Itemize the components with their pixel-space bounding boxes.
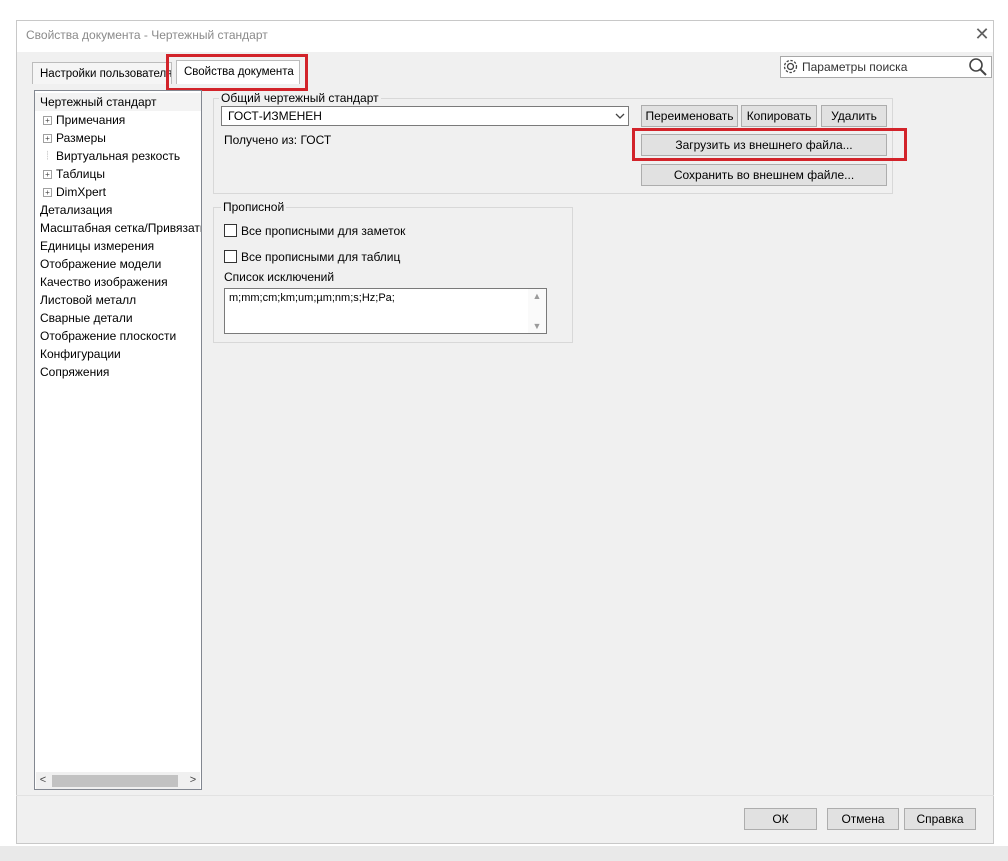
tree-item[interactable]: ┊ Виртуальная резкость [35, 147, 201, 165]
tab-label: Настройки пользователя [40, 68, 172, 80]
scroll-right-icon[interactable]: > [186, 772, 200, 789]
standard-select[interactable]: ГОСТ-ИЗМЕНЕН [221, 106, 629, 126]
tree-item[interactable]: Единицы измерения [35, 237, 201, 255]
scroll-thumb[interactable] [52, 775, 178, 787]
tree-item-label: Виртуальная резкость [56, 149, 181, 163]
tree-item[interactable]: Качество изображения [35, 273, 201, 291]
tree-item-label: Таблицы [56, 167, 106, 181]
tab-highlight-box [166, 54, 308, 91]
cancel-button[interactable]: Отмена [827, 808, 899, 830]
rename-button[interactable]: Переименовать [641, 105, 738, 127]
tree-line-icon: ┊ [45, 151, 50, 161]
standard-select-value: ГОСТ-ИЗМЕНЕН [228, 109, 322, 123]
tree-item[interactable]: + Размеры [35, 129, 201, 147]
drafting-standard-legend: Общий чертежный стандарт [219, 91, 381, 105]
tree-item[interactable]: Отображение модели [35, 255, 201, 273]
scroll-left-icon[interactable]: < [36, 772, 50, 789]
exceptions-textarea[interactable]: m;mm;cm;km;um;µm;nm;s;Hz;Pa; [224, 288, 547, 334]
tree-item-label: Качество изображения [40, 275, 168, 289]
close-icon[interactable]: ✕ [972, 24, 992, 44]
derived-from-text: Получено из: ГОСТ [224, 133, 332, 147]
magnifier-icon[interactable] [968, 57, 988, 77]
tree-item-label: Единицы измерения [40, 239, 155, 253]
tree-item-label: Листовой металл [40, 293, 137, 307]
save-to-file-button[interactable]: Сохранить во внешнем файле... [641, 164, 887, 186]
exceptions-value: m;mm;cm;km;um;µm;nm;s;Hz;Pa; [229, 292, 395, 304]
tree-item-label: Отображение модели [40, 257, 162, 271]
tab-user-settings[interactable]: Настройки пользователя [32, 62, 172, 84]
window-title: Свойства документа - Чертежный стандарт [26, 28, 268, 42]
tree-item-label: Сопряжения [40, 365, 110, 379]
uppercase-notes-checkbox[interactable] [224, 224, 237, 237]
load-button-highlight-box [632, 128, 907, 161]
tree-item-label: DimXpert [56, 185, 107, 199]
tree-item-label: Чертежный стандарт [40, 95, 157, 109]
uppercase-tables-checkbox[interactable] [224, 250, 237, 263]
scroll-up-icon[interactable]: ▲ [528, 289, 546, 303]
tree-item[interactable]: Детализация [35, 201, 201, 219]
exceptions-label: Список исключений [224, 270, 335, 284]
exceptions-scrollbar[interactable]: ▲ ▼ [528, 289, 546, 333]
background-strip [0, 846, 1008, 861]
uppercase-notes-label: Все прописными для заметок [241, 224, 406, 238]
delete-button[interactable]: Удалить [821, 105, 887, 127]
expand-icon[interactable]: + [43, 116, 52, 126]
tree-item[interactable]: + Примечания [35, 111, 201, 129]
tree-item[interactable]: Листовой металл [35, 291, 201, 309]
expand-icon[interactable]: + [43, 134, 52, 144]
expand-icon[interactable]: + [43, 170, 52, 180]
tree-item-label: Конфигурации [40, 347, 121, 361]
tree-item-label: Отображение плоскости [40, 329, 177, 343]
footer-separator [16, 795, 994, 796]
uppercase-legend: Прописной [221, 200, 287, 214]
tree-item[interactable]: Чертежный стандарт [35, 93, 201, 111]
tree-item[interactable]: + Таблицы [35, 165, 201, 183]
tree-item[interactable]: Сварные детали [35, 309, 201, 327]
tree-item[interactable]: + DimXpert [35, 183, 201, 201]
chevron-down-icon[interactable] [614, 111, 626, 121]
tree-list: Чертежный стандарт + Примечания + Размеры ┊ Ви… [35, 91, 201, 381]
help-button[interactable]: Справка [904, 808, 976, 830]
expand-icon[interactable]: + [43, 188, 52, 198]
tree-item-label: Сварные детали [40, 311, 133, 325]
uppercase-tables-label: Все прописными для таблиц [241, 250, 401, 264]
options-tree[interactable]: Чертежный стандарт + Примечания + Размеры ┊ Ви… [34, 90, 202, 790]
tree-item-label: Размеры [56, 131, 106, 145]
tree-item[interactable]: Конфигурации [35, 345, 201, 363]
tree-item-label: Детализация [40, 203, 113, 217]
tree-item-label: Масштабная сетка/Привязать [40, 221, 202, 235]
tree-item[interactable]: Сопряжения [35, 363, 201, 381]
search-options-label: Параметры поиска [802, 60, 908, 74]
tree-item[interactable]: Масштабная сетка/Привязать [35, 219, 201, 237]
copy-button[interactable]: Копировать [741, 105, 817, 127]
tree-item[interactable]: Отображение плоскости [35, 327, 201, 345]
scroll-down-icon[interactable]: ▼ [528, 319, 546, 333]
ok-button[interactable]: ОК [744, 808, 817, 830]
gear-icon[interactable] [782, 58, 799, 75]
tree-item-label: Примечания [56, 113, 126, 127]
